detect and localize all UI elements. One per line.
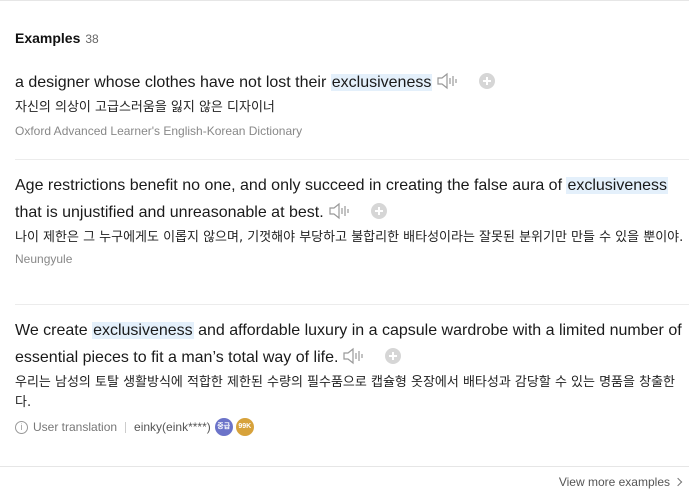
example-item: Age restrictions benefit no one, and onl… (15, 172, 689, 266)
info-icon[interactable]: i (15, 420, 28, 434)
view-more-examples-link[interactable]: View more examples (558, 475, 683, 489)
example-translation: 자신의 의상이 고급스러움을 잃지 않은 디자이너 (15, 100, 275, 115)
example-source: Oxford Advanced Learner's English-Korean… (15, 124, 303, 138)
chevron-right-icon (673, 477, 683, 487)
user-points-badge: 99K (235, 418, 254, 436)
keyword-highlight: exclusiveness (92, 322, 194, 339)
example-translation: 우리는 남성의 토탈 생활방식에 적합한 제한된 수량의 필수품으로 캡슐형 옷… (15, 375, 675, 410)
user-translation-row: i User translation einky(eink****) 중급 10… (15, 418, 689, 448)
sentence-text: a designer whose clothes have not lost t… (15, 74, 331, 91)
user-translation-label: User translation (33, 420, 118, 434)
example-item: a designer whose clothes have not lost t… (15, 69, 689, 138)
example-item: We create exclusiveness and affordable l… (15, 317, 689, 448)
speaker-icon[interactable] (343, 347, 365, 365)
top-divider (0, 0, 689, 1)
keyword-highlight: exclusiveness (330, 74, 433, 91)
example-divider (15, 304, 689, 305)
example-sentence: We create exclusiveness and affordable l… (15, 317, 687, 371)
examples-title: Examples (15, 30, 81, 46)
speaker-icon[interactable] (329, 202, 351, 220)
keyword-highlight: exclusiveness (566, 177, 669, 194)
footer-divider (0, 466, 689, 467)
add-to-wordbook-icon[interactable] (370, 202, 387, 219)
separator (125, 421, 127, 433)
add-to-wordbook-icon[interactable] (479, 72, 496, 89)
examples-header: Examples 38 (15, 30, 99, 46)
sentence-text: Age restrictions benefit no one, and onl… (15, 177, 567, 194)
sentence-text: that is unjustified and unreasonable at … (15, 204, 324, 221)
sentence-text: We create (15, 322, 93, 339)
example-translation: 나이 제한은 그 누구에게도 이롭지 않으며, 기껏해야 부당하고 불합리한 배… (15, 230, 684, 245)
speaker-icon[interactable] (437, 72, 459, 90)
examples-count: 38 (85, 32, 99, 46)
example-sentence: a designer whose clothes have not lost t… (15, 69, 687, 96)
example-sentence: Age restrictions benefit no one, and onl… (15, 172, 687, 226)
example-divider (15, 159, 689, 160)
view-more-label: View more examples (558, 475, 670, 489)
user-name-link[interactable]: einky(eink****) (134, 420, 211, 434)
add-to-wordbook-icon[interactable] (385, 347, 402, 364)
user-level-badge: 중급 10 (214, 418, 233, 448)
example-source: Neungyule (15, 252, 73, 266)
